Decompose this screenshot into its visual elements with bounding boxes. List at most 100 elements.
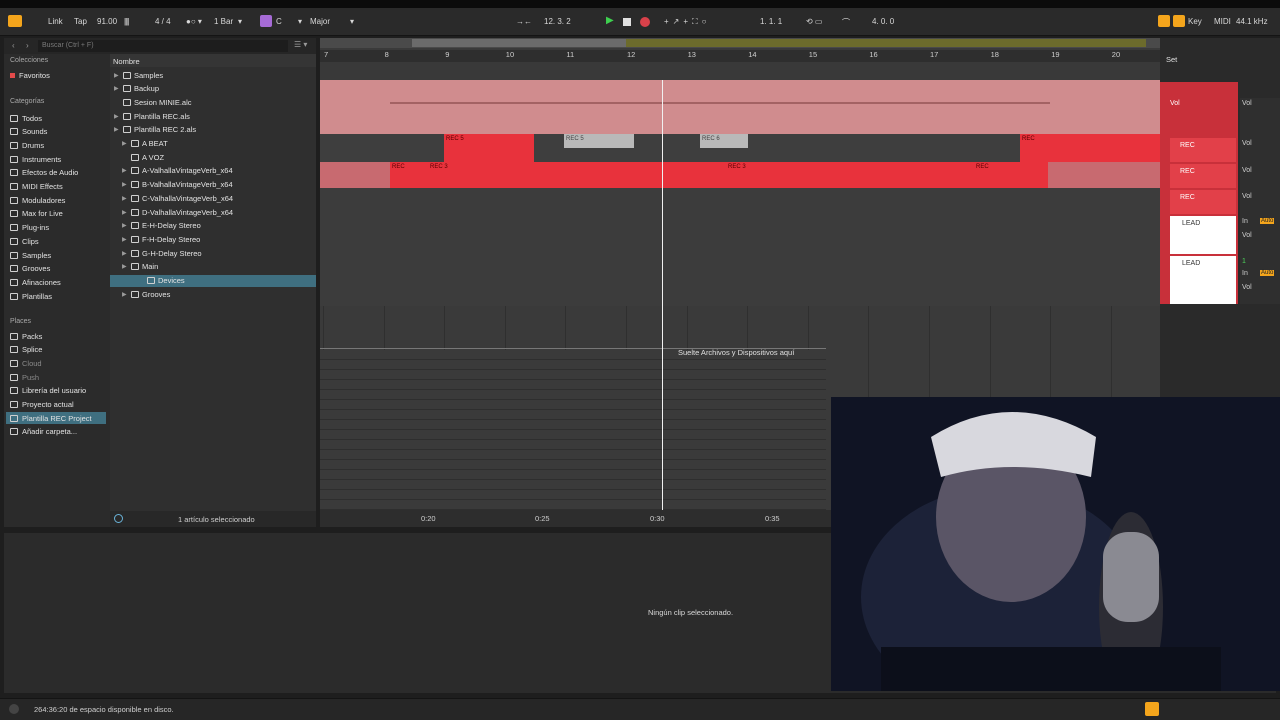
- file-list-item[interactable]: A VOZ: [122, 151, 164, 163]
- file-list-item[interactable]: ▶ A BEAT: [122, 138, 168, 150]
- master-lane[interactable]: [320, 350, 826, 510]
- sidebar-item-category[interactable]: Clips: [10, 235, 39, 247]
- input-channel[interactable]: 1: [1242, 258, 1246, 265]
- loop-brace[interactable]: [626, 39, 1146, 47]
- file-list-item[interactable]: ▶ Plantilla REC 2.als: [114, 124, 196, 136]
- scale-select[interactable]: Major: [310, 17, 330, 26]
- expand-icon[interactable]: ▶: [122, 195, 128, 202]
- loop-bar[interactable]: [320, 38, 1160, 48]
- tempo-field[interactable]: 91.00: [97, 17, 117, 26]
- expand-icon[interactable]: ▶: [122, 263, 128, 270]
- sidebar-item-category[interactable]: Grooves: [10, 263, 50, 275]
- clip-rec5[interactable]: REC 5: [444, 134, 534, 162]
- link-button[interactable]: Link: [48, 17, 63, 26]
- scale-mode-icon[interactable]: [260, 15, 272, 27]
- sidebar-item-category[interactable]: Max for Live: [10, 208, 63, 220]
- loop-toggle-icon[interactable]: ⟲ ▭: [806, 17, 822, 26]
- warning-icon[interactable]: [1145, 702, 1159, 716]
- expand-icon[interactable]: ▶: [114, 72, 120, 79]
- sidebar-item-category[interactable]: Sounds: [10, 126, 47, 138]
- record-icon[interactable]: [640, 17, 650, 27]
- stop-icon[interactable]: [623, 18, 631, 26]
- auto-button[interactable]: Auto: [1260, 270, 1275, 276]
- clip-rec5-muted[interactable]: REC 5: [564, 134, 634, 148]
- keyboard-icon[interactable]: [1173, 15, 1185, 27]
- track-lane-rec-1[interactable]: REC 5 REC 5 REC 6 REC: [320, 134, 1160, 162]
- sidebar-item-category[interactable]: Drums: [10, 139, 44, 151]
- sidebar-item-place[interactable]: Packs: [10, 330, 42, 342]
- sidebar-item-place[interactable]: Plantilla REC Project: [6, 412, 106, 425]
- loop-length-field[interactable]: 4. 0. 0: [872, 17, 894, 26]
- track-header-rec-2[interactable]: REC: [1170, 164, 1236, 188]
- clip-rec[interactable]: REC: [1020, 134, 1160, 162]
- loop-start-field[interactable]: 1. 1. 1: [760, 17, 782, 26]
- expand-icon[interactable]: ▶: [122, 181, 128, 188]
- app-menu-icon[interactable]: [8, 15, 22, 27]
- file-list-item[interactable]: Devices: [110, 274, 316, 287]
- expand-icon[interactable]: ▶: [122, 250, 128, 257]
- track-lane-rec-2[interactable]: REC REC 3 REC 3 REC: [320, 162, 1160, 188]
- track-header-rec-1[interactable]: REC: [1170, 138, 1236, 162]
- expand-icon[interactable]: ▶: [114, 126, 120, 133]
- sidebar-item-place[interactable]: Librería del usuario: [10, 385, 86, 397]
- track-header-lead-2[interactable]: LEAD: [1170, 256, 1236, 304]
- sidebar-item-category[interactable]: MIDI Effects: [10, 181, 63, 193]
- expand-icon[interactable]: ▶: [114, 85, 120, 92]
- file-list-item[interactable]: ▶ Backup: [114, 83, 159, 95]
- file-list-item[interactable]: ▶ C-ValhallaVintageVerb_x64: [122, 192, 233, 204]
- sidebar-item-place[interactable]: Añadir carpeta...: [10, 426, 77, 438]
- sidebar-item-favoritos[interactable]: Favoritos: [10, 69, 50, 81]
- file-list-item[interactable]: ▶ Plantilla REC.als: [114, 110, 190, 122]
- quantize-select[interactable]: 1 Bar: [214, 17, 233, 26]
- expand-icon[interactable]: ▶: [122, 140, 128, 147]
- time-signature-field[interactable]: 4 / 4: [155, 17, 171, 26]
- file-list-item[interactable]: ▶ F-H-Delay Stereo: [122, 233, 200, 245]
- track-lane-lead-1[interactable]: [320, 216, 1160, 254]
- preview-icon[interactable]: [114, 514, 123, 523]
- file-list-item[interactable]: ▶ Samples: [114, 69, 163, 81]
- sidebar-item-category[interactable]: Todos: [10, 112, 42, 124]
- input-button[interactable]: In: [1242, 218, 1248, 225]
- metronome-icon[interactable]: ||||: [124, 17, 129, 26]
- expand-icon[interactable]: ▶: [122, 222, 128, 229]
- draw-mode-icon[interactable]: ⌒: [842, 17, 850, 28]
- sidebar-item-category[interactable]: Instruments: [10, 153, 61, 165]
- file-list-item[interactable]: ▶ A-ValhallaVintageVerb_x64: [122, 165, 233, 177]
- input-button[interactable]: In: [1242, 270, 1248, 277]
- expand-icon[interactable]: ▶: [122, 236, 128, 243]
- clip-rec3-a[interactable]: REC 3: [428, 162, 726, 188]
- beat-time-ruler[interactable]: 7 8 9 10 11 12 13 14 15 16 17 18 19 20: [320, 50, 1160, 62]
- sidebar-item-category[interactable]: Efectos de Audio: [10, 167, 78, 179]
- file-list-item[interactable]: Sesion MINIE.alc: [114, 96, 192, 108]
- loop-region[interactable]: [412, 39, 626, 47]
- clip-rec3-b[interactable]: REC 3: [726, 162, 974, 188]
- expand-icon[interactable]: ▶: [122, 209, 128, 216]
- track-lane-lead-2[interactable]: [320, 254, 1160, 306]
- track-lane-rec-3[interactable]: [320, 188, 1160, 216]
- expand-icon[interactable]: ▶: [122, 167, 128, 174]
- sidebar-item-category[interactable]: Afinaciones: [10, 276, 61, 288]
- sidebar-item-place[interactable]: Proyecto actual: [10, 399, 74, 411]
- sidebar-item-place[interactable]: Cloud: [10, 357, 42, 369]
- automation-tools-icon[interactable]: +↗+⛶○: [664, 17, 710, 27]
- file-list-item[interactable]: ▶ Main: [122, 261, 158, 273]
- sidebar-item-category[interactable]: Plantillas: [10, 290, 52, 302]
- sidebar-item-category[interactable]: Moduladores: [10, 194, 65, 206]
- record-circle-icon[interactable]: ●○ ▾: [186, 17, 202, 26]
- file-list-item[interactable]: ▶ E-H-Delay Stereo: [122, 220, 201, 232]
- browser-menu-icon[interactable]: ☰ ▾: [294, 40, 307, 49]
- key-map-button[interactable]: Key: [1188, 17, 1202, 26]
- set-button[interactable]: Set: [1166, 55, 1177, 64]
- file-list-item[interactable]: ▶ Grooves: [122, 288, 170, 300]
- song-position-field[interactable]: 12. 3. 2: [544, 17, 571, 26]
- sidebar-item-category[interactable]: Plug-ins: [10, 222, 49, 234]
- key-select[interactable]: C: [276, 17, 282, 26]
- tap-button[interactable]: Tap: [74, 17, 87, 26]
- track-header-rec-3[interactable]: REC: [1170, 190, 1236, 214]
- back-icon[interactable]: ‹: [12, 41, 15, 50]
- search-input[interactable]: Buscar (Ctrl + F): [38, 40, 288, 52]
- sidebar-item-category[interactable]: Samples: [10, 249, 51, 261]
- midi-map-button[interactable]: MIDI: [1214, 17, 1231, 26]
- clip-rec6-muted[interactable]: REC 6: [700, 134, 748, 148]
- forward-icon[interactable]: ›: [26, 41, 29, 50]
